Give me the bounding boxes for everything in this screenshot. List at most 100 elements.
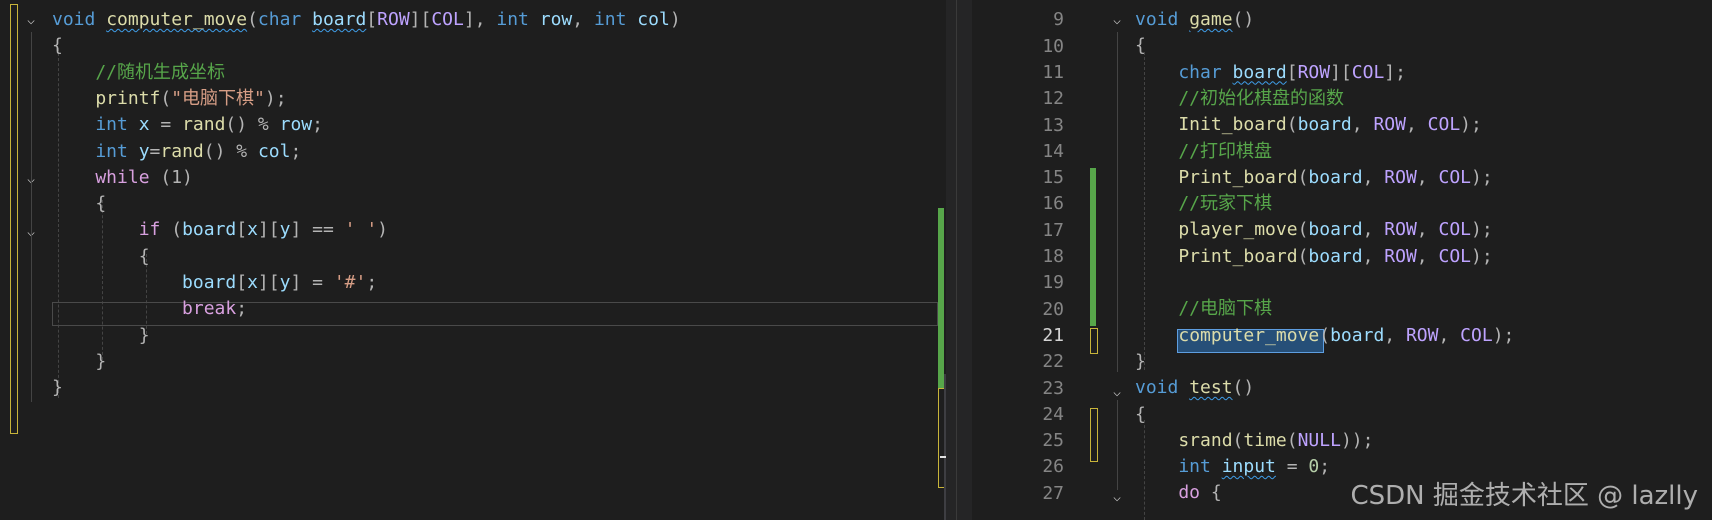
code-token: ROW: [1297, 61, 1331, 83]
code-token: (): [1232, 9, 1255, 30]
code-line[interactable]: printf("电脑下棋");: [52, 86, 286, 112]
code-line[interactable]: {: [52, 33, 63, 59]
code-token: }: [52, 377, 63, 399]
code-line[interactable]: {: [1135, 402, 1146, 428]
code-token: COL: [1351, 61, 1385, 83]
code-token: board: [1232, 61, 1287, 83]
code-token: row: [279, 114, 313, 136]
fold-tree-line: [31, 32, 32, 402]
code-line[interactable]: if (board[x][y] == ' '): [52, 217, 388, 243]
code-line[interactable]: void computer_move(char board[ROW][COL],…: [52, 7, 681, 33]
line-number: 12: [1042, 88, 1064, 110]
watermark: CSDN 掘金技术社区 @ lazlly: [1350, 481, 1698, 511]
code-token: char: [1135, 61, 1233, 83]
code-line[interactable]: int input = 0;: [1135, 454, 1330, 480]
right-editor-pane[interactable]: 8 9 10 11 12 13 14 15 16 17 18 19 20 21 22 23 24 25 26 27 ⌵…: [972, 0, 1712, 520]
code-token: ' ': [344, 219, 378, 241]
code-token: {: [52, 193, 107, 215]
code-line[interactable]: computer_move(board, ROW, COL);: [1135, 323, 1514, 349]
code-token: =: [149, 114, 183, 136]
code-token: int: [52, 114, 139, 136]
code-line[interactable]: }: [1135, 349, 1146, 375]
line-number: 20: [1042, 298, 1064, 320]
code-token: (: [1286, 429, 1298, 451]
code-token: NULL: [1297, 429, 1341, 451]
fold-chevron-icon[interactable]: ⌵: [1110, 14, 1124, 28]
code-line[interactable]: //玩家下棋: [1135, 191, 1272, 217]
code-token: printf: [52, 87, 161, 109]
line-number: 27: [1042, 482, 1064, 504]
code-token: );: [1492, 324, 1515, 346]
code-token: ;: [366, 272, 378, 293]
fold-chevron-icon[interactable]: ⌵: [1110, 386, 1124, 400]
code-line[interactable]: board[x][y] = '#';: [52, 270, 377, 296]
line-number: 9: [1053, 9, 1064, 31]
code-token: ,: [1438, 324, 1461, 346]
code-line[interactable]: void test(): [1135, 375, 1254, 401]
code-line[interactable]: //电脑下棋: [1135, 296, 1272, 322]
code-token: char: [257, 9, 313, 30]
code-token: () %: [225, 114, 280, 136]
code-line[interactable]: Print_board(board, ROW, COL);: [1135, 244, 1492, 270]
line-number: 16: [1042, 193, 1064, 215]
code-token: ));: [1340, 429, 1374, 451]
code-line[interactable]: int x = rand() % row;: [52, 112, 323, 138]
code-line[interactable]: //初始化棋盘的函数: [1135, 86, 1344, 112]
line-number: 26: [1042, 456, 1064, 478]
code-token: ROW: [377, 9, 410, 30]
change-indicator: [1090, 328, 1098, 354]
code-token: int: [52, 140, 139, 162]
scrollbar-change-mark: [938, 208, 944, 388]
code-line[interactable]: char board[ROW][COL];: [1135, 60, 1406, 86]
code-token: (: [160, 87, 172, 109]
code-line[interactable]: }: [52, 349, 106, 375]
code-token: (1): [160, 166, 193, 188]
code-token: ,: [1362, 245, 1385, 267]
code-line[interactable]: {: [1135, 33, 1146, 59]
code-token: "电脑下棋": [171, 87, 265, 109]
code-token: ];: [1384, 61, 1406, 83]
code-line[interactable]: while (1): [52, 165, 193, 191]
code-token: );: [1460, 114, 1482, 136]
change-indicator: [10, 4, 18, 434]
code-line[interactable]: do {: [1135, 480, 1221, 506]
code-token: =: [1275, 456, 1309, 478]
code-token: int: [496, 9, 540, 30]
code-line[interactable]: break;: [52, 296, 247, 322]
code-line[interactable]: {: [52, 244, 150, 270]
code-token: row: [539, 9, 573, 30]
change-indicator: [1090, 408, 1098, 462]
left-editor-pane[interactable]: ⌵ ⌵ ⌵ void computer_move(char board[ROW]…: [0, 0, 946, 520]
code-token: ,: [1362, 219, 1385, 241]
code-line[interactable]: //随机生成坐标: [52, 60, 225, 86]
line-number: 24: [1042, 403, 1064, 425]
code-token: COL: [1438, 245, 1471, 267]
split-divider[interactable]: [946, 0, 972, 520]
code-line[interactable]: //打印棋盘: [1135, 139, 1272, 165]
code-line[interactable]: Init_board(board, ROW, COL);: [1135, 112, 1482, 138]
code-token: ROW: [1373, 114, 1406, 136]
code-token: [: [366, 9, 378, 30]
code-token: [: [236, 219, 248, 241]
code-line[interactable]: }: [52, 375, 63, 401]
code-line[interactable]: {: [52, 191, 106, 217]
code-token: ,: [1416, 166, 1439, 188]
code-token: if: [52, 219, 172, 241]
line-number: 15: [1042, 167, 1064, 189]
code-token: (: [1297, 219, 1309, 241]
code-line[interactable]: srand(time(NULL));: [1135, 428, 1373, 454]
code-line[interactable]: int y=rand() % col;: [52, 139, 301, 165]
code-token: int: [593, 9, 638, 30]
code-line[interactable]: void game(): [1135, 7, 1254, 33]
code-token: ,: [1362, 166, 1385, 188]
code-token: }: [1135, 350, 1146, 372]
code-line[interactable]: }: [52, 323, 150, 349]
code-line[interactable]: player_move(board, ROW, COL);: [1135, 217, 1492, 243]
code-token: computer_move: [106, 9, 248, 30]
code-line[interactable]: Print_board(board, ROW, COL);: [1135, 165, 1492, 191]
fold-chevron-icon[interactable]: ⌵: [24, 14, 38, 28]
code-token: [: [236, 272, 248, 293]
code-token: [: [1286, 61, 1298, 83]
fold-chevron-icon[interactable]: ⌵: [1110, 491, 1124, 505]
code-token: board: [182, 219, 237, 241]
